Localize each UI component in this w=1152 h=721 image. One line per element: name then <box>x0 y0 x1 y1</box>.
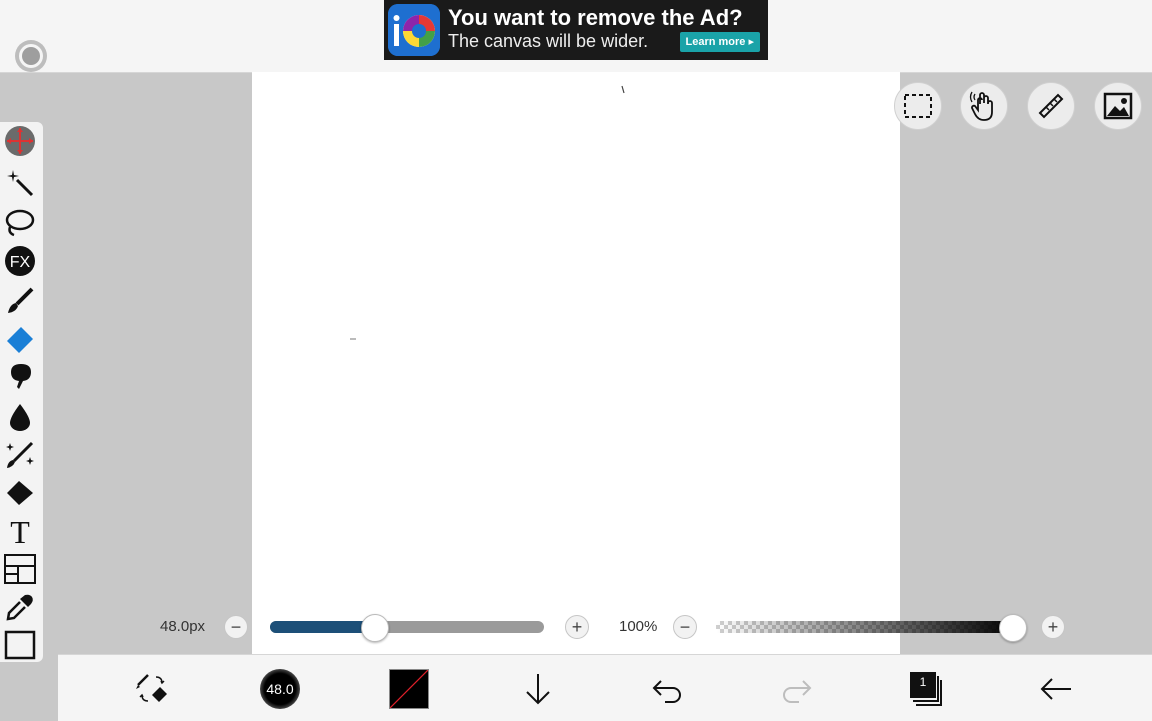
brush-size-decrease-button[interactable]: − <box>224 615 248 639</box>
redo-icon <box>783 680 812 703</box>
tool-palette: FX T <box>0 122 43 662</box>
undo-icon <box>652 680 681 703</box>
svg-text:FX: FX <box>10 254 31 271</box>
selection-button[interactable] <box>894 82 942 130</box>
current-color-swatch <box>389 669 429 709</box>
frame-divider-tool-button[interactable] <box>3 552 37 586</box>
ruler-icon <box>1038 93 1064 119</box>
top-bar: You want to remove the Ad? The canvas wi… <box>0 0 1152 73</box>
text-tool-button[interactable]: T <box>3 514 37 548</box>
transform-tool-button[interactable] <box>3 124 37 158</box>
lasso-icon <box>5 209 35 237</box>
fx-icon: FX <box>5 246 35 276</box>
droplet-icon <box>10 404 30 431</box>
move-crosshair-icon <box>5 126 35 156</box>
panel-icon <box>4 554 36 584</box>
brush-size-slider-knob[interactable] <box>361 614 390 642</box>
reference-image-button[interactable] <box>1094 82 1142 130</box>
brush-size-increase-button[interactable]: + <box>565 615 589 639</box>
brush-size-label: 48.0px <box>160 618 206 635</box>
bucket-icon <box>7 481 33 505</box>
brush-size-indicator: 48.0 <box>260 669 300 709</box>
ad-learn-more-button[interactable]: Learn more ▸ <box>679 32 760 52</box>
brush-size-button[interactable]: 48.0 <box>260 669 300 709</box>
blur-tool-button[interactable] <box>3 400 37 434</box>
opacity-slider-knob[interactable] <box>999 614 1027 642</box>
lasso-tool-button[interactable] <box>3 206 37 240</box>
slider-row: 48.0px − + 100% − + <box>0 606 1152 650</box>
selection-icon <box>904 94 932 118</box>
brush-tool-button[interactable] <box>3 284 37 318</box>
layers-icon: 1 <box>910 672 942 706</box>
ruler-button[interactable] <box>1027 82 1075 130</box>
loading-spinner-icon <box>12 37 50 75</box>
special-brush-tool-button[interactable] <box>3 438 37 472</box>
eraser-tool-button[interactable] <box>3 322 37 356</box>
magic-wand-tool-button[interactable] <box>3 166 37 200</box>
layers-button[interactable]: 1 <box>906 669 946 709</box>
ad-subtitle: The canvas will be wider. <box>448 31 649 51</box>
undo-button[interactable] <box>647 669 687 709</box>
brush-size-slider-fill <box>270 621 375 633</box>
tool-switch-button[interactable] <box>132 669 172 709</box>
magic-wand-icon <box>7 170 34 197</box>
redo-button[interactable] <box>777 669 817 709</box>
save-down-button[interactable] <box>518 669 558 709</box>
opacity-label: 100% <box>619 618 658 635</box>
opacity-increase-button[interactable]: + <box>1041 615 1065 639</box>
sparkle-brush-icon <box>6 441 34 468</box>
arrow-left-icon <box>1040 678 1071 700</box>
opacity-decrease-button[interactable]: − <box>673 615 697 639</box>
arrow-down-icon <box>526 674 550 705</box>
hand-icon <box>969 91 993 121</box>
opacity-slider[interactable] <box>716 614 1027 642</box>
bottom-toolbar: 48.0 1 <box>58 654 1152 721</box>
eraser-icon <box>7 327 33 353</box>
brush-eraser-swap-icon <box>136 674 167 702</box>
layer-count-badge: 1 <box>910 672 936 698</box>
svg-text:T: T <box>10 515 30 547</box>
brush-size-slider[interactable] <box>270 614 544 642</box>
ad-title: You want to remove the Ad? <box>448 5 743 30</box>
ad-banner[interactable]: You want to remove the Ad? The canvas wi… <box>384 0 768 60</box>
smudge-icon <box>11 364 31 389</box>
color-button[interactable] <box>389 669 429 709</box>
smudge-tool-button[interactable] <box>3 360 37 394</box>
image-icon <box>1103 92 1133 120</box>
hand-tool-button[interactable] <box>960 82 1008 130</box>
ibis-paint-logo-icon <box>388 4 440 56</box>
canvas-strokes <box>350 85 625 340</box>
filter-tool-button[interactable]: FX <box>3 244 37 278</box>
back-button[interactable] <box>1036 669 1076 709</box>
text-icon: T <box>10 515 30 547</box>
ad-learn-more-label: Learn more <box>685 36 746 48</box>
brush-icon <box>8 287 34 313</box>
drawing-canvas[interactable] <box>252 72 900 654</box>
fill-tool-button[interactable] <box>3 476 37 510</box>
